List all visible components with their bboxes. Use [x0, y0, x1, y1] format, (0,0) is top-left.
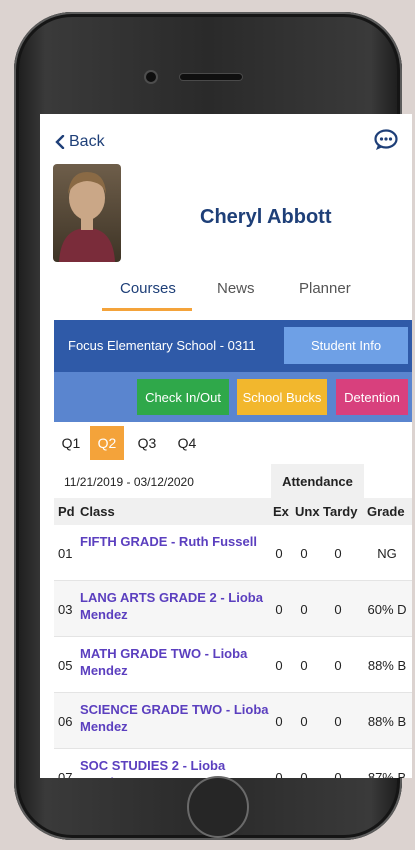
header-class: Class: [80, 504, 115, 519]
attendance-header: Attendance: [271, 464, 364, 498]
row-unexcused: 0: [300, 546, 308, 561]
action-buttons-bar: Check In/Out School Bucks Detention: [54, 372, 412, 422]
row-period: 06: [58, 714, 73, 729]
row-unexcused: 0: [300, 770, 308, 778]
period-row: 11/21/2019 - 03/12/2020 Attendance: [54, 464, 412, 498]
row-grade: NG: [377, 546, 397, 561]
chevron-left-icon: [55, 135, 65, 149]
active-tab-indicator: [102, 308, 192, 311]
header-unx: Unx: [295, 504, 320, 519]
detention-button[interactable]: Detention: [336, 379, 408, 415]
row-tardy: 0: [334, 658, 342, 673]
row-period: 05: [58, 658, 73, 673]
header-tardy: Tardy: [323, 504, 358, 519]
row-excused: 0: [275, 770, 283, 778]
header-ex: Ex: [273, 504, 289, 519]
row-grade: 88% B: [367, 658, 407, 673]
tab-news[interactable]: News: [217, 280, 255, 297]
school-header: Focus Elementary School - 0311 Student I…: [54, 320, 412, 372]
quarter-selector: Q1 Q2 Q3 Q4: [54, 426, 412, 460]
row-tardy: 0: [334, 770, 342, 778]
header-grade: Grade: [367, 504, 405, 519]
row-unexcused: 0: [300, 602, 308, 617]
row-period: 03: [58, 602, 73, 617]
student-info-button[interactable]: Student Info: [284, 327, 408, 364]
home-button[interactable]: [187, 776, 249, 838]
tab-planner[interactable]: Planner: [299, 280, 351, 297]
row-tardy: 0: [334, 602, 342, 617]
top-bar: Back: [40, 114, 412, 164]
table-row: 07 SOC STUDIES 2 - Lioba Mendez 0 0 0 87…: [54, 749, 412, 778]
table-row: 01 FIFTH GRADE - Ruth Fussell 0 0 0 NG: [54, 525, 412, 581]
row-class-link[interactable]: MATH GRADE TWO - Lioba Mendez: [80, 645, 270, 679]
table-row: 05 MATH GRADE TWO - Lioba Mendez 0 0 0 8…: [54, 637, 412, 693]
school-bucks-button[interactable]: School Bucks: [237, 379, 327, 415]
row-excused: 0: [275, 658, 283, 673]
chat-bubble-icon[interactable]: [374, 129, 398, 151]
back-button[interactable]: Back: [55, 133, 105, 151]
table-row: 06 SCIENCE GRADE TWO - Lioba Mendez 0 0 …: [54, 693, 412, 749]
row-grade: 88% B: [367, 714, 407, 729]
row-unexcused: 0: [300, 714, 308, 729]
row-period: 07: [58, 770, 73, 778]
row-tardy: 0: [334, 546, 342, 561]
check-in-out-button[interactable]: Check In/Out: [137, 379, 229, 415]
row-grade: 60% D: [367, 602, 407, 617]
tab-courses[interactable]: Courses: [120, 280, 176, 297]
main-tabs: Courses News Planner: [40, 265, 412, 318]
row-period: 01: [58, 546, 73, 561]
student-photo: [53, 164, 121, 262]
student-profile: Cheryl Abbott: [40, 164, 412, 265]
grades-rows: 01 FIFTH GRADE - Ruth Fussell 0 0 0 NG 0…: [54, 525, 412, 778]
row-excused: 0: [275, 546, 283, 561]
row-excused: 0: [275, 602, 283, 617]
row-tardy: 0: [334, 714, 342, 729]
quarter-q1[interactable]: Q1: [54, 426, 88, 460]
row-class-link[interactable]: FIFTH GRADE - Ruth Fussell: [80, 533, 270, 550]
student-name: Cheryl Abbott: [200, 206, 332, 228]
row-unexcused: 0: [300, 658, 308, 673]
back-label: Back: [69, 133, 105, 150]
grades-table-header: Pd Class Ex Unx Tardy Grade: [54, 498, 412, 525]
row-class-link[interactable]: LANG ARTS GRADE 2 - Lioba Mendez: [80, 589, 270, 623]
row-class-link[interactable]: SOC STUDIES 2 - Lioba Mendez: [80, 757, 270, 778]
row-class-link[interactable]: SCIENCE GRADE TWO - Lioba Mendez: [80, 701, 270, 735]
header-pd: Pd: [58, 504, 75, 519]
table-row: 03 LANG ARTS GRADE 2 - Lioba Mendez 0 0 …: [54, 581, 412, 637]
quarter-q3[interactable]: Q3: [130, 426, 164, 460]
quarter-q2[interactable]: Q2: [90, 426, 124, 460]
earpiece-speaker: [180, 74, 242, 80]
row-grade: 87% B: [367, 770, 407, 778]
row-excused: 0: [275, 714, 283, 729]
period-dates: 11/21/2019 - 03/12/2020: [64, 475, 194, 489]
app-screen: Back Cheryl Abbott Courses News Planner …: [40, 114, 412, 778]
phone-frame: Back Cheryl Abbott Courses News Planner …: [14, 12, 412, 840]
quarter-q4[interactable]: Q4: [170, 426, 204, 460]
school-name: Focus Elementary School - 0311: [68, 338, 256, 353]
grades-table: Pd Class Ex Unx Tardy Grade 01 FIFTH GRA…: [54, 498, 412, 778]
front-camera: [146, 72, 156, 82]
